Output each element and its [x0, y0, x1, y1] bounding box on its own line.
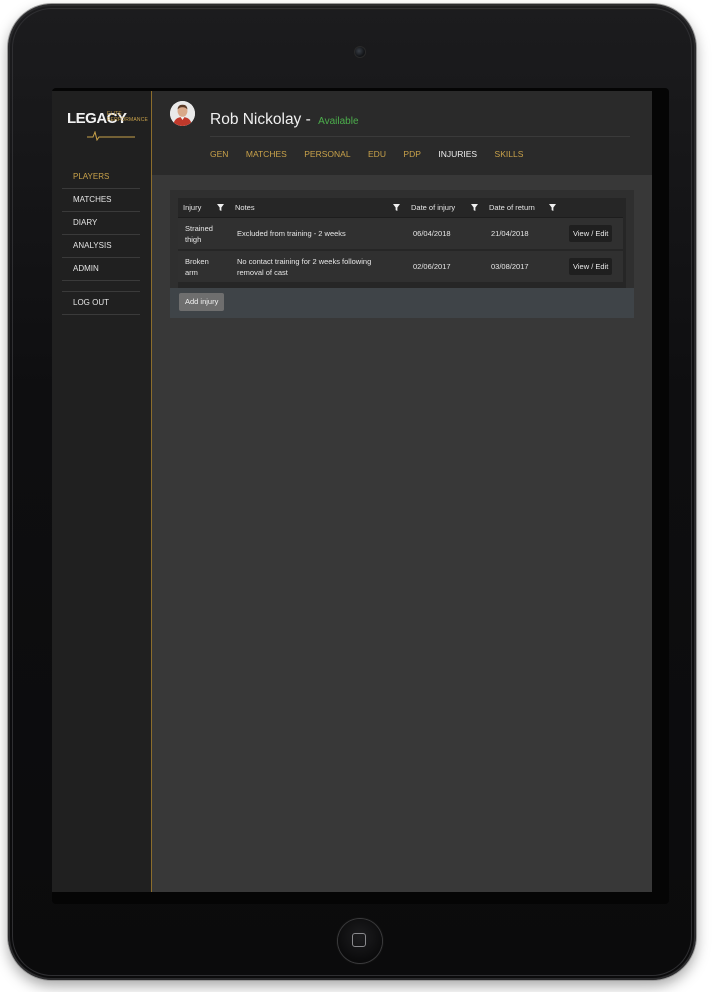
- title-separator: -: [305, 111, 311, 128]
- injuries-panel: Injury Notes Date of injury Date of retu…: [170, 190, 634, 318]
- filter-icon[interactable]: [471, 204, 478, 211]
- injuries-table-wrapper: Injury Notes Date of injury Date of retu…: [178, 198, 626, 289]
- avatar[interactable]: [170, 101, 195, 126]
- cell-date-of-return: 21/04/2018: [484, 217, 562, 251]
- home-button-icon: [352, 933, 366, 947]
- cell-date-of-return: 03/08/2017: [484, 250, 562, 284]
- injuries-table: Injury Notes Date of injury Date of retu…: [178, 198, 623, 284]
- tab-personal[interactable]: PERSONAL: [304, 149, 350, 159]
- page-title: Rob Nickolay - Available: [210, 111, 359, 129]
- column-header-notes: Notes: [230, 198, 406, 218]
- filter-icon[interactable]: [549, 204, 556, 211]
- brand-logo[interactable]: LEGACY ELITE PERFORMANCE: [67, 107, 148, 141]
- logo-subtitle: ELITE PERFORMANCE: [107, 111, 149, 123]
- table-row: Broken arm No contact training for 2 wee…: [178, 250, 623, 284]
- sidebar: LEGACY ELITE PERFORMANCE PLAYERS MATCHES …: [52, 91, 152, 892]
- sidebar-item-players[interactable]: PLAYERS: [62, 166, 140, 189]
- cell-date-of-injury: 02/06/2017: [406, 250, 484, 284]
- column-header-date-of-return: Date of return: [484, 198, 562, 218]
- player-name: Rob Nickolay: [210, 111, 302, 128]
- cell-actions: View / Edit: [562, 250, 623, 284]
- sidebar-item-diary[interactable]: DIARY: [62, 212, 140, 235]
- filter-icon[interactable]: [393, 204, 400, 211]
- tab-skills[interactable]: SKILLS: [495, 149, 524, 159]
- filter-icon[interactable]: [217, 204, 224, 211]
- sidebar-nav: PLAYERS MATCHES DIARY ANALYSIS ADMIN LOG…: [62, 166, 140, 315]
- add-injury-button[interactable]: Add injury: [179, 293, 225, 311]
- home-button[interactable]: [338, 919, 382, 963]
- tab-injuries[interactable]: INJURIES: [438, 149, 477, 159]
- cell-notes: No contact training for 2 weeks followin…: [230, 250, 406, 284]
- sidebar-item-logout[interactable]: LOG OUT: [62, 292, 140, 315]
- table-row: Strained thigh Excluded from training - …: [178, 217, 623, 251]
- tab-pdp[interactable]: PDP: [403, 149, 420, 159]
- status-badge: Available: [318, 116, 359, 127]
- cell-actions: View / Edit: [562, 217, 623, 251]
- view-edit-button[interactable]: View / Edit: [569, 225, 613, 242]
- column-header-actions: [562, 198, 623, 218]
- tab-matches[interactable]: MATCHES: [246, 149, 287, 159]
- cell-injury: Broken arm: [178, 250, 230, 284]
- cell-date-of-injury: 06/04/2018: [406, 217, 484, 251]
- header-divider: [210, 136, 630, 137]
- cell-notes: Excluded from training - 2 weeks: [230, 217, 406, 251]
- view-edit-button[interactable]: View / Edit: [569, 258, 613, 275]
- sidebar-item-admin[interactable]: ADMIN: [62, 258, 140, 281]
- sidebar-item-analysis[interactable]: ANALYSIS: [62, 235, 140, 258]
- logo-pulse-icon: [87, 131, 135, 141]
- panel-footer: Add injury: [170, 288, 634, 318]
- app-screen: LEGACY ELITE PERFORMANCE PLAYERS MATCHES …: [52, 91, 652, 892]
- column-header-date-of-injury: Date of injury: [406, 198, 484, 218]
- column-header-injury: Injury: [178, 198, 230, 218]
- tab-edu[interactable]: EDU: [368, 149, 386, 159]
- camera-icon: [355, 47, 365, 57]
- avatar-image: [170, 101, 195, 126]
- sidebar-item-matches[interactable]: MATCHES: [62, 189, 140, 212]
- tab-gen[interactable]: GEN: [210, 149, 228, 159]
- player-tabs: GEN MATCHES PERSONAL EDU PDP INJURIES SK…: [210, 144, 536, 159]
- sidebar-divider: [62, 281, 140, 292]
- player-header: Rob Nickolay - Available GEN MATCHES PER…: [152, 91, 652, 175]
- table-header-row: Injury Notes Date of injury Date of retu…: [178, 198, 623, 218]
- cell-injury: Strained thigh: [178, 217, 230, 251]
